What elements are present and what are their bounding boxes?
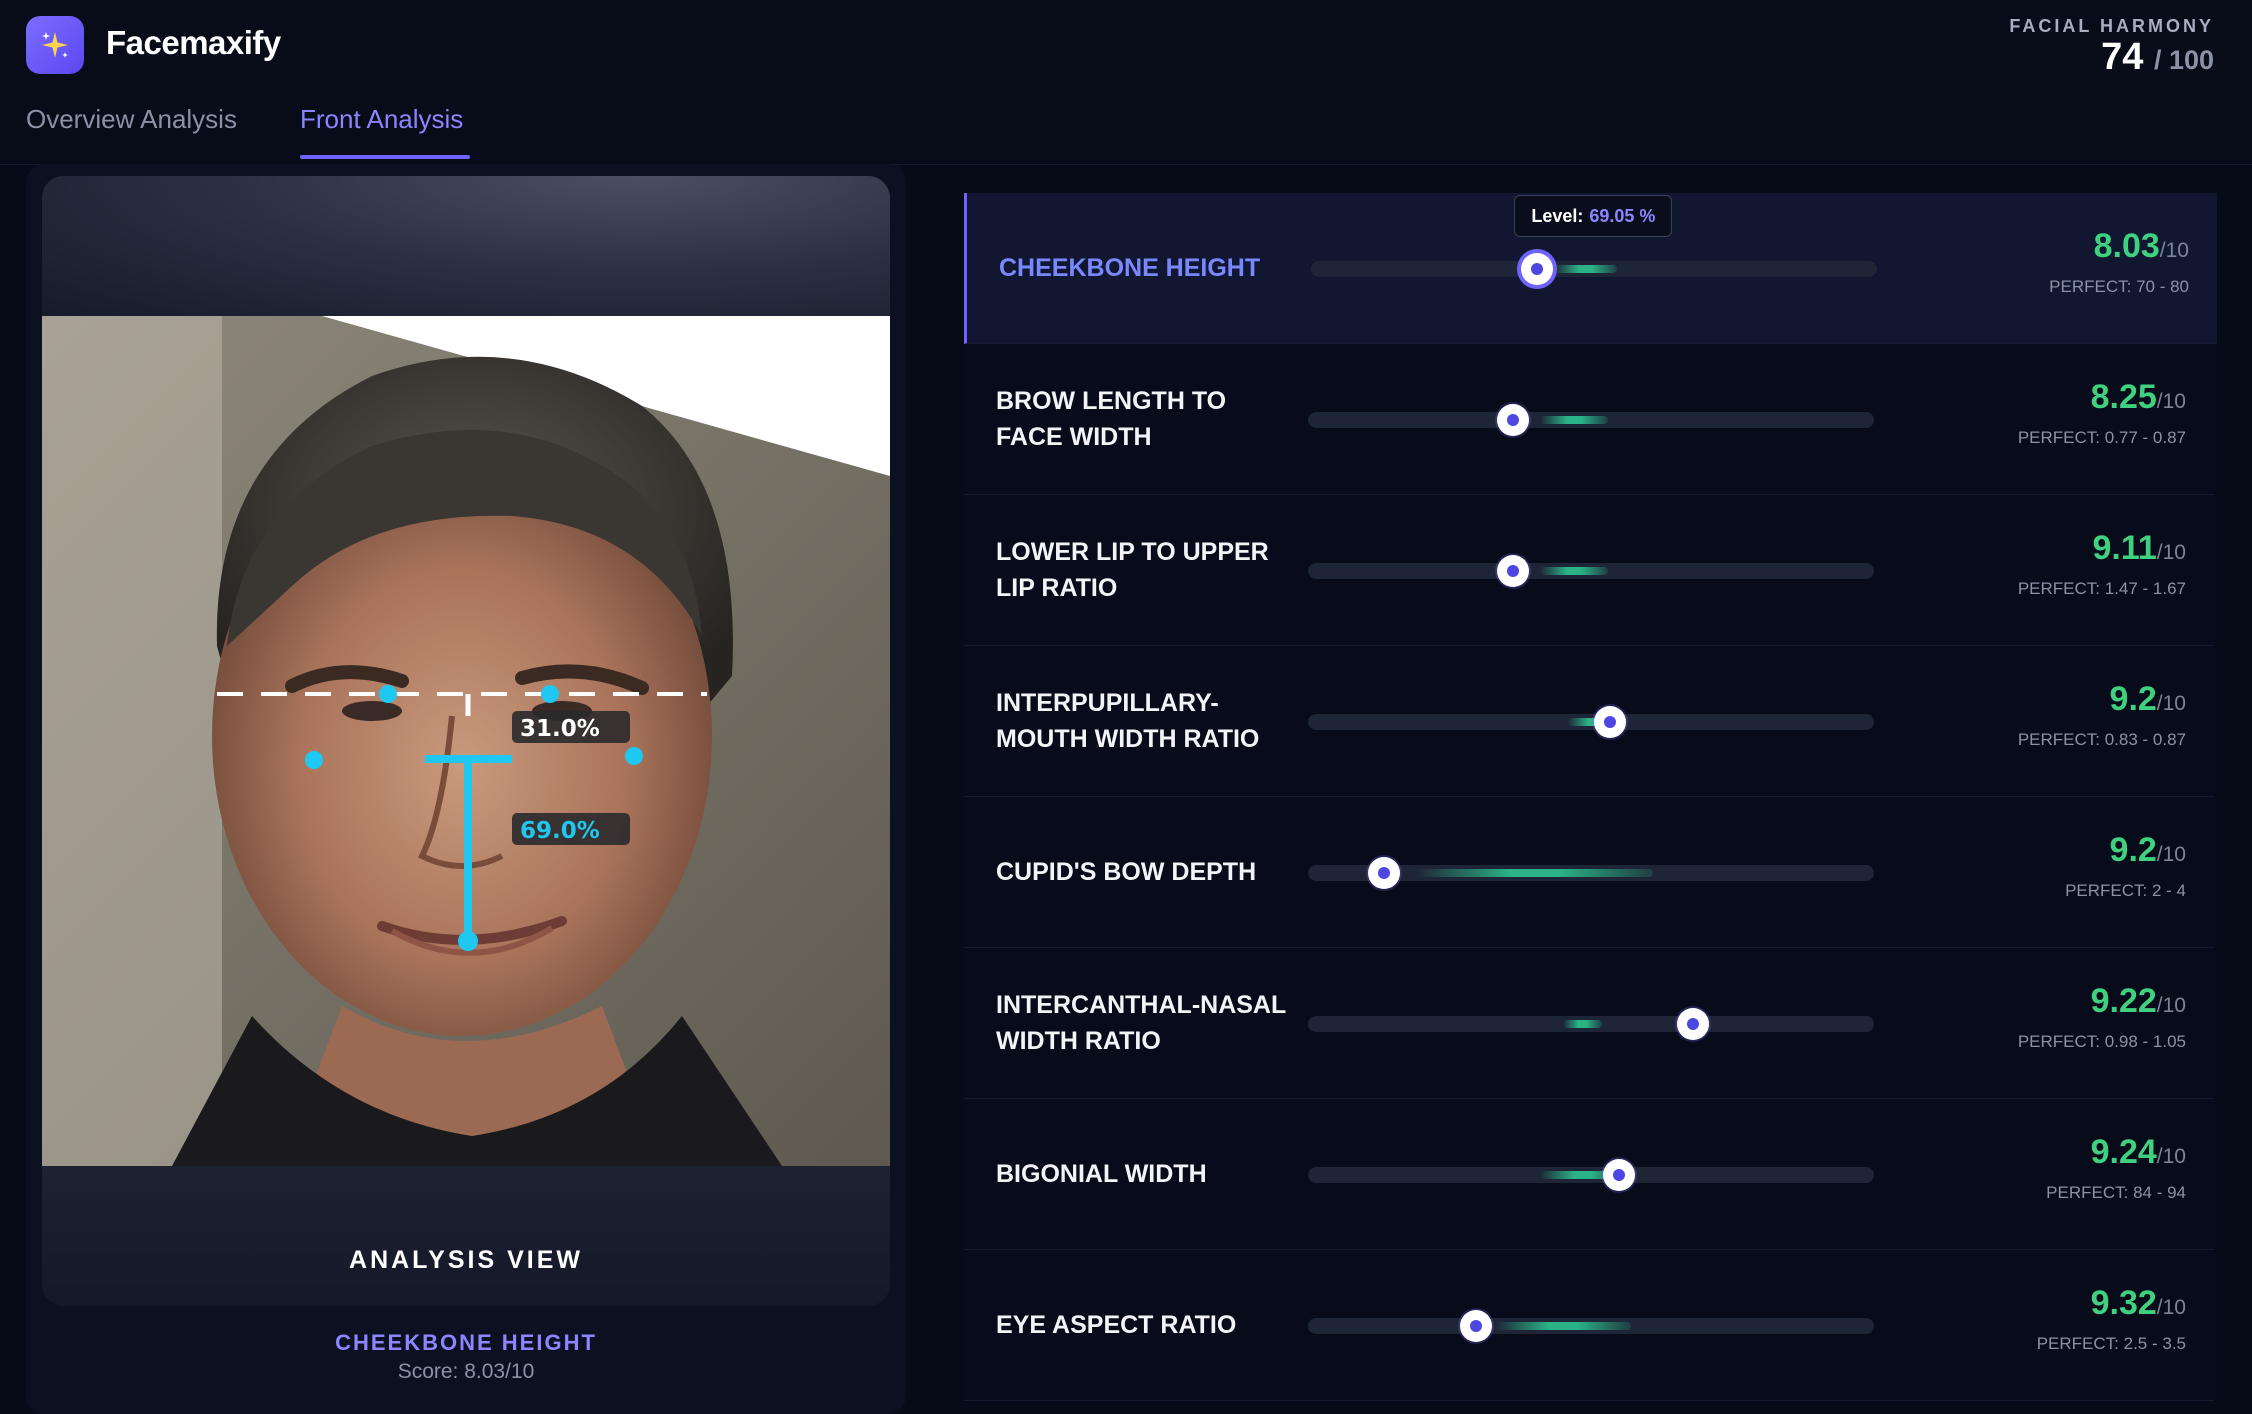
metric-score: 9.11/10 — [2092, 529, 2186, 568]
metric-row[interactable]: INTERPUPILLARY-MOUTH WIDTH RATIO 9.2/10 PE… — [964, 646, 2214, 797]
metric-score: 9.22/10 — [2091, 982, 2186, 1021]
metric-label: BROW LENGTH TO FACE WIDTH — [996, 387, 1227, 451]
ideal-range-bar — [1540, 416, 1608, 424]
metric-score: 8.25/10 — [2091, 378, 2186, 417]
metric-row[interactable]: CHEEKBONE HEIGHT Level: 69.05 % 8.03/10 PERF… — [964, 193, 2217, 344]
metric-slider-knob[interactable] — [1593, 706, 1626, 738]
selected-metric-score: Score: 8.03/10 — [397, 1360, 535, 1383]
metric-score: 9.32/10 — [2091, 1284, 2186, 1323]
tooltip-value: 69.05 % — [1589, 205, 1656, 226]
metric-slider-knob[interactable] — [1497, 555, 1530, 587]
metric-slider-track — [1308, 706, 1874, 738]
analysis-view-caption: ANALYSIS VIEW — [349, 1246, 583, 1274]
metric-perfect-range: PERFECT: 1.47 - 1.67 — [2017, 579, 2186, 598]
active-tab-indicator — [300, 155, 470, 159]
metric-label: CHEEKBONE HEIGHT — [999, 254, 1261, 282]
metric-slider-knob[interactable] — [1676, 1008, 1709, 1040]
metric-score-value: 9.32 — [2090, 1284, 2157, 1322]
app-name: Facemaxify — [106, 24, 281, 61]
analysis-image-card: 31.0% 69.0% ANALYSIS VIEW — [42, 176, 890, 1306]
selected-metric-title: CHEEKBONE HEIGHT — [335, 1330, 597, 1355]
metric-perfect-range: PERFECT: 0.98 - 1.05 — [2017, 1032, 2186, 1051]
harmony-score-value: 74 — [2101, 36, 2144, 78]
metric-score-value: 8.03 — [2093, 227, 2160, 265]
metric-slider-track — [1308, 1008, 1874, 1040]
app-logo[interactable] — [26, 16, 84, 74]
metric-score-denominator: /10 — [2159, 239, 2189, 262]
metric-score-value: 9.2 — [2109, 680, 2157, 718]
metric-row[interactable]: INTERCANTHAL-NASAL WIDTH RATIO 9.22/10 PER… — [964, 948, 2214, 1099]
metric-score-denominator: /10 — [2156, 541, 2186, 564]
metric-label: EYE ASPECT RATIO — [996, 1311, 1237, 1339]
metric-slider-track — [1311, 253, 1877, 285]
metric-score-denominator: /10 — [2156, 1145, 2186, 1168]
metric-slider-track — [1308, 1159, 1874, 1191]
metric-row[interactable]: BIGONIAL WIDTH 9.24/10 PERFECT: 84 - 94 — [964, 1099, 2214, 1250]
metric-slider-track — [1308, 404, 1874, 436]
app-header: Facemaxify Overview Analysis Front Analy… — [0, 0, 2252, 165]
harmony-score-max: / 100 — [2153, 45, 2214, 75]
ideal-range-bar — [1562, 1020, 1603, 1028]
metric-slider-knob[interactable] — [1368, 857, 1401, 889]
metric-score: 9.24/10 — [2091, 1133, 2186, 1172]
metric-perfect-range: PERFECT: 2.5 - 3.5 — [2036, 1334, 2186, 1353]
metric-label: INTERPUPILLARY-MOUTH WIDTH RATIO — [996, 689, 1260, 753]
metric-slider-track — [1308, 1310, 1874, 1342]
metric-score-value: 9.11 — [2092, 529, 2157, 567]
metric-slider-knob[interactable] — [1603, 1159, 1636, 1191]
ideal-range-bar — [1494, 1322, 1631, 1330]
harmony-label: FACIAL HARMONY — [2009, 16, 2214, 36]
metric-slider-knob[interactable] — [1521, 253, 1554, 285]
metric-score-denominator: /10 — [2156, 390, 2186, 413]
metric-label: BIGONIAL WIDTH — [996, 1160, 1207, 1188]
metric-score: 9.2/10 — [2110, 680, 2186, 719]
ideal-range-bar — [1554, 265, 1617, 273]
image-panel: 31.0% 69.0% ANALYSIS VIEW CHEEKBONE HEIG… — [26, 164, 906, 1414]
image-bottom-band — [42, 1166, 890, 1306]
metric-score-value: 9.2 — [2109, 831, 2157, 869]
metric-label: INTERCANTHAL-NASAL WIDTH RATIO — [996, 991, 1286, 1055]
metric-score-denominator: /10 — [2156, 1296, 2186, 1319]
metric-slider-track — [1308, 857, 1874, 889]
metric-label: LOWER LIP TO UPPER LIP RATIO — [996, 538, 1269, 602]
metric-slider-track — [1308, 555, 1874, 587]
metric-score: 9.2/10 — [2110, 831, 2186, 870]
metric-score-denominator: /10 — [2156, 843, 2186, 866]
metric-score-denominator: /10 — [2156, 692, 2186, 715]
metric-score-value: 9.22 — [2090, 982, 2157, 1020]
metric-label: CUPID'S BOW DEPTH — [996, 858, 1257, 886]
metric-perfect-range: PERFECT: 2 - 4 — [2065, 881, 2186, 900]
overlay-upper-label: 31.0% — [520, 716, 600, 742]
ideal-range-bar — [1415, 869, 1654, 877]
tooltip-label: Level: — [1531, 205, 1584, 226]
metric-row[interactable]: BROW LENGTH TO FACE WIDTH 8.25/10 PERFECT:… — [964, 344, 2214, 495]
metric-row[interactable]: EYE ASPECT RATIO 9.32/10 PERFECT: 2.5 - 3.… — [964, 1250, 2214, 1401]
metric-perfect-range: PERFECT: 84 - 94 — [2046, 1183, 2186, 1202]
metric-perfect-range: PERFECT: 0.77 - 0.87 — [2017, 428, 2186, 447]
metric-perfect-range: PERFECT: 70 - 80 — [2049, 277, 2189, 296]
harmony-score: 74 / 100 — [2101, 36, 2214, 79]
ideal-range-bar — [1540, 567, 1608, 575]
image-top-band — [42, 176, 890, 316]
metric-slider-knob[interactable] — [1497, 404, 1530, 436]
metric-row[interactable]: CUPID'S BOW DEPTH 9.2/10 PERFECT: 2 - 4 — [964, 797, 2214, 948]
metric-score-denominator: /10 — [2156, 994, 2186, 1017]
metric-score-value: 8.25 — [2090, 378, 2157, 416]
metric-score: 8.03/10 — [2094, 227, 2189, 266]
tab-overview-analysis[interactable]: Overview Analysis — [26, 104, 237, 135]
metric-score-value: 9.24 — [2090, 1133, 2157, 1171]
level-tooltip: Level: 69.05 % — [1514, 195, 1673, 237]
overlay-lower-label: 69.0% — [520, 818, 600, 844]
metric-row[interactable]: LOWER LIP TO UPPER LIP RATIO 9.11/10 PERFE… — [964, 495, 2214, 646]
metric-perfect-range: PERFECT: 0.83 - 0.87 — [2017, 730, 2186, 749]
metric-slider-knob[interactable] — [1460, 1310, 1493, 1342]
face-photo: 31.0% 69.0% — [42, 316, 890, 1166]
tab-front-analysis[interactable]: Front Analysis — [300, 104, 463, 135]
metrics-list: CHEEKBONE HEIGHT Level: 69.05 % 8.03/10 PERF… — [964, 193, 2217, 1401]
sparkle-icon — [42, 32, 68, 58]
